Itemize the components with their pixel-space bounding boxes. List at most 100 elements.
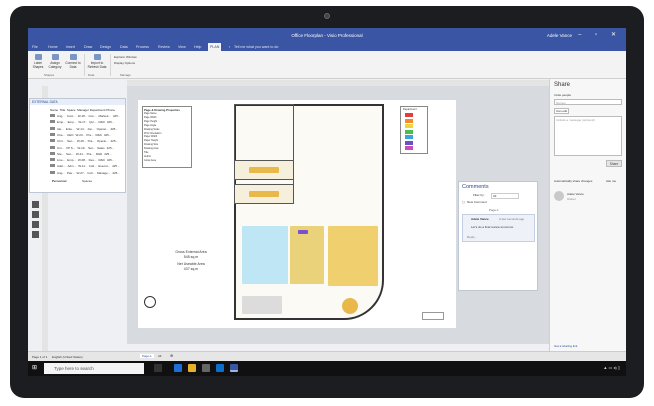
desk-cluster-cyan[interactable] [242, 226, 288, 284]
meeting-table[interactable] [249, 167, 279, 173]
tab-data[interactable]: Data [120, 45, 128, 49]
tab-spaces[interactable]: Spaces [82, 179, 92, 183]
comment-card[interactable]: Adele Vance A few seconds ago Let's do a… [462, 214, 535, 242]
table-row[interactable]: Adel... Adm... W-11.. Coll... Execut... 425..… [50, 164, 122, 169]
conference-table[interactable] [249, 191, 279, 197]
mail-icon[interactable] [216, 364, 224, 372]
tab-process[interactable]: Process [136, 45, 149, 49]
tab-review[interactable]: Review [158, 45, 170, 49]
taskbar-search[interactable]: Type here to search [44, 363, 144, 374]
table-row[interactable]: Ale... Ente... W-14.. Jon... Operat... 425... [50, 126, 120, 132]
chair-shape-icon[interactable] [32, 211, 39, 218]
table-cell: R&D [98, 158, 105, 163]
external-data-pane: EXTERNAL DATA Name Title Space Manager D… [29, 98, 126, 193]
table-row[interactable]: Ang... Cont... W-18.. Con... Marketi... 425..… [50, 114, 122, 119]
tab-personnel[interactable]: Personnel [52, 179, 67, 183]
column-headers: Name Title Space Manager Department Phon… [50, 108, 116, 112]
person-name: Adele Vance [567, 192, 584, 196]
legend-swatch [405, 140, 413, 145]
table-row[interactable]: Ste... Sen... W-21.. Pra... R&D 425... [50, 151, 114, 157]
user-name[interactable]: Adele Vance [547, 33, 572, 38]
table-cell: CEO [67, 132, 74, 137]
table-cell: Operat... [96, 139, 109, 144]
filter-select[interactable]: All [491, 193, 519, 199]
new-comment-button[interactable]: New Comment [467, 200, 487, 204]
explorer-icon[interactable] [188, 364, 196, 372]
desk-shape-icon[interactable] [32, 201, 39, 208]
comments-title: Comments [462, 184, 489, 190]
table-cell: Coll... [88, 164, 97, 169]
table-cell: Emp... [57, 120, 66, 125]
auto-share-select[interactable]: Ask me [606, 179, 616, 183]
conference-room [234, 184, 294, 204]
table-cell: 425... [110, 139, 118, 144]
round-table[interactable] [342, 298, 358, 314]
reception-area[interactable] [242, 296, 282, 314]
ribbon-separator [84, 54, 85, 76]
connect-data-button[interactable]: Connect to Data [65, 54, 81, 69]
share-button[interactable]: Share [606, 160, 622, 167]
table-row[interactable]: Che... CEO W-23.. Pra... R&D 425... [50, 132, 113, 138]
table-shape-icon[interactable] [32, 221, 39, 228]
desk-cluster-yellow[interactable] [290, 226, 324, 284]
person-icon [50, 126, 55, 130]
table-row[interactable]: Uni... VP S... W-19.. Sar... Sales 425... [50, 145, 116, 151]
tab-plan[interactable]: PLAN [208, 43, 222, 51]
desk-purple[interactable] [298, 230, 308, 234]
task-view-icon[interactable] [154, 364, 162, 372]
title-bar: Office Floorplan - Visio Professional Ad… [28, 28, 626, 43]
sharing-link[interactable]: Get a sharing link [554, 344, 577, 348]
message-input[interactable]: Include a message (optional) [554, 116, 622, 156]
table-cell: Sar... [88, 145, 96, 150]
desk-cluster-orange[interactable] [328, 226, 378, 286]
all-pages[interactable]: All [158, 354, 161, 358]
table-cell: Adel... [57, 164, 66, 169]
table-cell: Sen... [67, 139, 75, 144]
tab-file[interactable]: File [32, 45, 38, 49]
table-row[interactable]: Chri... Sen... W-26.. Pra... Operat... 425... [50, 139, 120, 144]
table-row[interactable]: Line... Emp... W-08.. Des... R&D 425... [50, 158, 116, 163]
tab-draw[interactable]: Draw [84, 45, 92, 49]
table-cell: R&D [98, 120, 105, 125]
table-row[interactable]: Ang... Pas... W-27.. Coll... Manage... 425... [50, 170, 122, 176]
cabinet-shape-icon[interactable] [32, 231, 39, 238]
table-cell: Che... [57, 132, 66, 137]
table-cell: Operat... [96, 126, 109, 131]
explorer-window-button[interactable]: Explorer Window [114, 55, 137, 59]
person-icon [50, 114, 55, 117]
table-cell: Marketi... [98, 114, 111, 118]
table-cell: Ste... [57, 151, 65, 156]
label-shapes-button[interactable]: Label Shapes [31, 54, 45, 69]
group-data: Data [88, 73, 95, 77]
table-row[interactable]: Emp... Emp... W-17.. Qur... R&D 425... [50, 120, 116, 125]
table-cell: Execut... [98, 164, 111, 169]
assign-category-button[interactable]: Assign Category [47, 54, 63, 69]
add-page-icon[interactable]: ⊕ [170, 353, 173, 358]
table-cell: Pra... [86, 151, 94, 156]
page-button[interactable] [422, 312, 444, 320]
lightbulb-icon: ♀ [228, 45, 231, 49]
reply-box[interactable]: Reply... [467, 235, 477, 239]
new-comment-icon[interactable]: ▢ [462, 200, 465, 204]
camera [324, 13, 330, 19]
window-controls[interactable]: – ▫ ✕ [578, 31, 622, 38]
invite-input[interactable]: Names [554, 99, 622, 105]
page-tab[interactable]: Page-1 [140, 354, 154, 358]
tab-design[interactable]: Design [100, 45, 111, 49]
tab-insert[interactable]: Insert [66, 45, 75, 49]
tell-me-box[interactable]: Tell me what you want to do [234, 45, 278, 49]
windows-icon[interactable]: ⊞ [32, 364, 37, 371]
table-cell: Manage... [96, 170, 111, 175]
permission-select[interactable]: Can edit [554, 108, 570, 114]
tab-view[interactable]: View [178, 45, 186, 49]
drawing-page[interactable]: Page & Drawing Properties Page Name Page … [138, 100, 456, 328]
edge-icon[interactable] [174, 364, 182, 372]
visio-icon[interactable] [230, 364, 238, 372]
tab-home[interactable]: Home [48, 45, 58, 49]
import-refresh-button[interactable]: Import to Refresh Data [86, 54, 108, 69]
status-bar: Page 1 of 1 English (United States) Page… [28, 351, 626, 361]
store-icon[interactable] [202, 364, 210, 372]
display-options-button[interactable]: Display Options [114, 61, 135, 65]
tab-help[interactable]: Help [194, 45, 201, 49]
legend-swatch [405, 113, 413, 117]
